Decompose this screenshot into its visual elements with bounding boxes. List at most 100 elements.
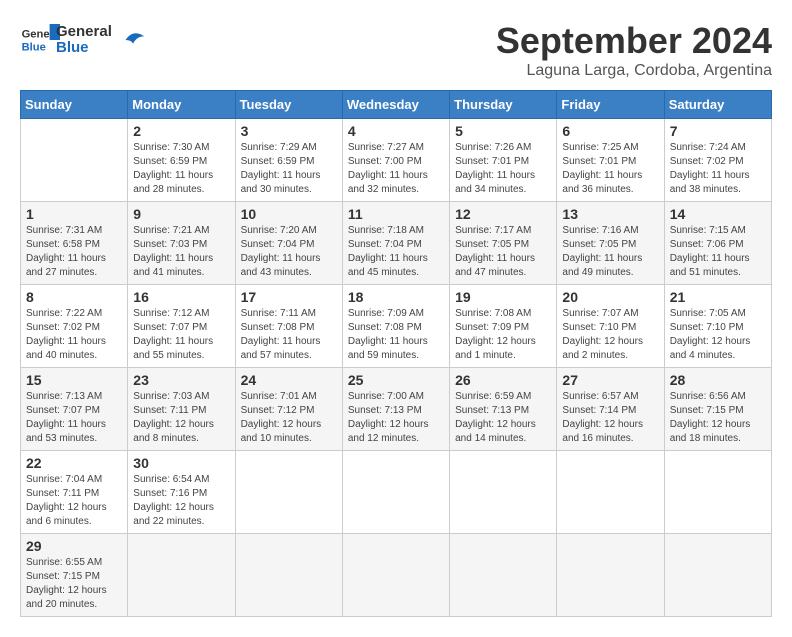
day-number: 29 bbox=[26, 538, 122, 554]
calendar-cell: 28 Sunrise: 6:56 AM Sunset: 7:15 PM Dayl… bbox=[664, 368, 771, 451]
calendar-cell bbox=[235, 534, 342, 617]
calendar-cell: 27 Sunrise: 6:57 AM Sunset: 7:14 PM Dayl… bbox=[557, 368, 664, 451]
calendar-cell: 6 Sunrise: 7:25 AM Sunset: 7:01 PM Dayli… bbox=[557, 119, 664, 202]
day-info: Sunrise: 7:31 AM Sunset: 6:58 PM Dayligh… bbox=[26, 224, 122, 280]
day-info: Sunrise: 7:27 AM Sunset: 7:00 PM Dayligh… bbox=[348, 141, 444, 197]
col-sunday: Sunday bbox=[21, 91, 128, 119]
day-info: Sunrise: 6:57 AM Sunset: 7:14 PM Dayligh… bbox=[562, 390, 658, 446]
calendar-cell bbox=[342, 534, 449, 617]
day-number: 13 bbox=[562, 206, 658, 222]
day-info: Sunrise: 7:00 AM Sunset: 7:13 PM Dayligh… bbox=[348, 390, 444, 446]
day-info: Sunrise: 7:17 AM Sunset: 7:05 PM Dayligh… bbox=[455, 224, 551, 280]
calendar-cell bbox=[557, 451, 664, 534]
day-info: Sunrise: 7:15 AM Sunset: 7:06 PM Dayligh… bbox=[670, 224, 766, 280]
day-number: 28 bbox=[670, 372, 766, 388]
logo: General Blue General Blue bbox=[20, 20, 148, 60]
day-info: Sunrise: 7:26 AM Sunset: 7:01 PM Dayligh… bbox=[455, 141, 551, 197]
day-info: Sunrise: 7:22 AM Sunset: 7:02 PM Dayligh… bbox=[26, 307, 122, 363]
day-info: Sunrise: 6:56 AM Sunset: 7:15 PM Dayligh… bbox=[670, 390, 766, 446]
calendar-cell: 5 Sunrise: 7:26 AM Sunset: 7:01 PM Dayli… bbox=[450, 119, 557, 202]
day-number: 1 bbox=[26, 206, 122, 222]
col-tuesday: Tuesday bbox=[235, 91, 342, 119]
calendar-cell bbox=[664, 534, 771, 617]
calendar-cell: 9 Sunrise: 7:21 AM Sunset: 7:03 PM Dayli… bbox=[128, 202, 235, 285]
calendar-cell: 1 Sunrise: 7:31 AM Sunset: 6:58 PM Dayli… bbox=[21, 202, 128, 285]
day-info: Sunrise: 7:01 AM Sunset: 7:12 PM Dayligh… bbox=[241, 390, 337, 446]
day-number: 23 bbox=[133, 372, 229, 388]
calendar-cell: 14 Sunrise: 7:15 AM Sunset: 7:06 PM Dayl… bbox=[664, 202, 771, 285]
calendar-cell: 17 Sunrise: 7:11 AM Sunset: 7:08 PM Dayl… bbox=[235, 285, 342, 368]
calendar-cell: 3 Sunrise: 7:29 AM Sunset: 6:59 PM Dayli… bbox=[235, 119, 342, 202]
calendar-cell: 29 Sunrise: 6:55 AM Sunset: 7:15 PM Dayl… bbox=[21, 534, 128, 617]
col-thursday: Thursday bbox=[450, 91, 557, 119]
header-row: Sunday Monday Tuesday Wednesday Thursday… bbox=[21, 91, 772, 119]
day-number: 12 bbox=[455, 206, 551, 222]
calendar-cell: 24 Sunrise: 7:01 AM Sunset: 7:12 PM Dayl… bbox=[235, 368, 342, 451]
calendar-week-1: 2 Sunrise: 7:30 AM Sunset: 6:59 PM Dayli… bbox=[21, 119, 772, 202]
day-number: 3 bbox=[241, 123, 337, 139]
page-header: General Blue General Blue September 2024… bbox=[20, 20, 772, 80]
day-number: 2 bbox=[133, 123, 229, 139]
day-info: Sunrise: 7:13 AM Sunset: 7:07 PM Dayligh… bbox=[26, 390, 122, 446]
calendar-cell bbox=[21, 119, 128, 202]
calendar-cell bbox=[235, 451, 342, 534]
col-wednesday: Wednesday bbox=[342, 91, 449, 119]
day-number: 9 bbox=[133, 206, 229, 222]
calendar-cell: 18 Sunrise: 7:09 AM Sunset: 7:08 PM Dayl… bbox=[342, 285, 449, 368]
day-info: Sunrise: 7:25 AM Sunset: 7:01 PM Dayligh… bbox=[562, 141, 658, 197]
calendar-cell bbox=[450, 534, 557, 617]
calendar-week-6: 29 Sunrise: 6:55 AM Sunset: 7:15 PM Dayl… bbox=[21, 534, 772, 617]
day-number: 22 bbox=[26, 455, 122, 471]
calendar-cell bbox=[664, 451, 771, 534]
logo-bird-icon bbox=[118, 25, 148, 55]
day-number: 8 bbox=[26, 289, 122, 305]
day-info: Sunrise: 7:08 AM Sunset: 7:09 PM Dayligh… bbox=[455, 307, 551, 363]
day-number: 17 bbox=[241, 289, 337, 305]
logo-icon: General Blue bbox=[20, 20, 60, 60]
calendar-cell: 23 Sunrise: 7:03 AM Sunset: 7:11 PM Dayl… bbox=[128, 368, 235, 451]
day-number: 20 bbox=[562, 289, 658, 305]
day-number: 14 bbox=[670, 206, 766, 222]
calendar-cell: 8 Sunrise: 7:22 AM Sunset: 7:02 PM Dayli… bbox=[21, 285, 128, 368]
day-info: Sunrise: 6:59 AM Sunset: 7:13 PM Dayligh… bbox=[455, 390, 551, 446]
calendar-cell: 26 Sunrise: 6:59 AM Sunset: 7:13 PM Dayl… bbox=[450, 368, 557, 451]
day-number: 25 bbox=[348, 372, 444, 388]
calendar-cell: 15 Sunrise: 7:13 AM Sunset: 7:07 PM Dayl… bbox=[21, 368, 128, 451]
calendar-cell: 12 Sunrise: 7:17 AM Sunset: 7:05 PM Dayl… bbox=[450, 202, 557, 285]
calendar-week-2: 1 Sunrise: 7:31 AM Sunset: 6:58 PM Dayli… bbox=[21, 202, 772, 285]
day-number: 6 bbox=[562, 123, 658, 139]
calendar-week-4: 15 Sunrise: 7:13 AM Sunset: 7:07 PM Dayl… bbox=[21, 368, 772, 451]
calendar-cell: 10 Sunrise: 7:20 AM Sunset: 7:04 PM Dayl… bbox=[235, 202, 342, 285]
calendar-cell: 22 Sunrise: 7:04 AM Sunset: 7:11 PM Dayl… bbox=[21, 451, 128, 534]
calendar-cell bbox=[128, 534, 235, 617]
day-info: Sunrise: 7:11 AM Sunset: 7:08 PM Dayligh… bbox=[241, 307, 337, 363]
location-subtitle: Laguna Larga, Cordoba, Argentina bbox=[496, 62, 772, 80]
day-info: Sunrise: 7:20 AM Sunset: 7:04 PM Dayligh… bbox=[241, 224, 337, 280]
day-info: Sunrise: 7:18 AM Sunset: 7:04 PM Dayligh… bbox=[348, 224, 444, 280]
col-monday: Monday bbox=[128, 91, 235, 119]
calendar-cell: 11 Sunrise: 7:18 AM Sunset: 7:04 PM Dayl… bbox=[342, 202, 449, 285]
calendar-cell: 13 Sunrise: 7:16 AM Sunset: 7:05 PM Dayl… bbox=[557, 202, 664, 285]
col-friday: Friday bbox=[557, 91, 664, 119]
day-info: Sunrise: 7:29 AM Sunset: 6:59 PM Dayligh… bbox=[241, 141, 337, 197]
title-block: September 2024 Laguna Larga, Cordoba, Ar… bbox=[496, 20, 772, 80]
calendar-cell: 4 Sunrise: 7:27 AM Sunset: 7:00 PM Dayli… bbox=[342, 119, 449, 202]
day-number: 7 bbox=[670, 123, 766, 139]
calendar-body: 2 Sunrise: 7:30 AM Sunset: 6:59 PM Dayli… bbox=[21, 119, 772, 617]
calendar-week-3: 8 Sunrise: 7:22 AM Sunset: 7:02 PM Dayli… bbox=[21, 285, 772, 368]
day-number: 18 bbox=[348, 289, 444, 305]
calendar-cell: 30 Sunrise: 6:54 AM Sunset: 7:16 PM Dayl… bbox=[128, 451, 235, 534]
day-info: Sunrise: 7:24 AM Sunset: 7:02 PM Dayligh… bbox=[670, 141, 766, 197]
day-number: 5 bbox=[455, 123, 551, 139]
calendar-cell: 16 Sunrise: 7:12 AM Sunset: 7:07 PM Dayl… bbox=[128, 285, 235, 368]
calendar-cell: 2 Sunrise: 7:30 AM Sunset: 6:59 PM Dayli… bbox=[128, 119, 235, 202]
day-number: 10 bbox=[241, 206, 337, 222]
calendar-cell bbox=[557, 534, 664, 617]
month-title: September 2024 bbox=[496, 20, 772, 62]
calendar-cell bbox=[450, 451, 557, 534]
calendar-cell: 25 Sunrise: 7:00 AM Sunset: 7:13 PM Dayl… bbox=[342, 368, 449, 451]
svg-text:Blue: Blue bbox=[22, 41, 46, 53]
day-info: Sunrise: 7:03 AM Sunset: 7:11 PM Dayligh… bbox=[133, 390, 229, 446]
day-info: Sunrise: 7:05 AM Sunset: 7:10 PM Dayligh… bbox=[670, 307, 766, 363]
day-info: Sunrise: 7:09 AM Sunset: 7:08 PM Dayligh… bbox=[348, 307, 444, 363]
